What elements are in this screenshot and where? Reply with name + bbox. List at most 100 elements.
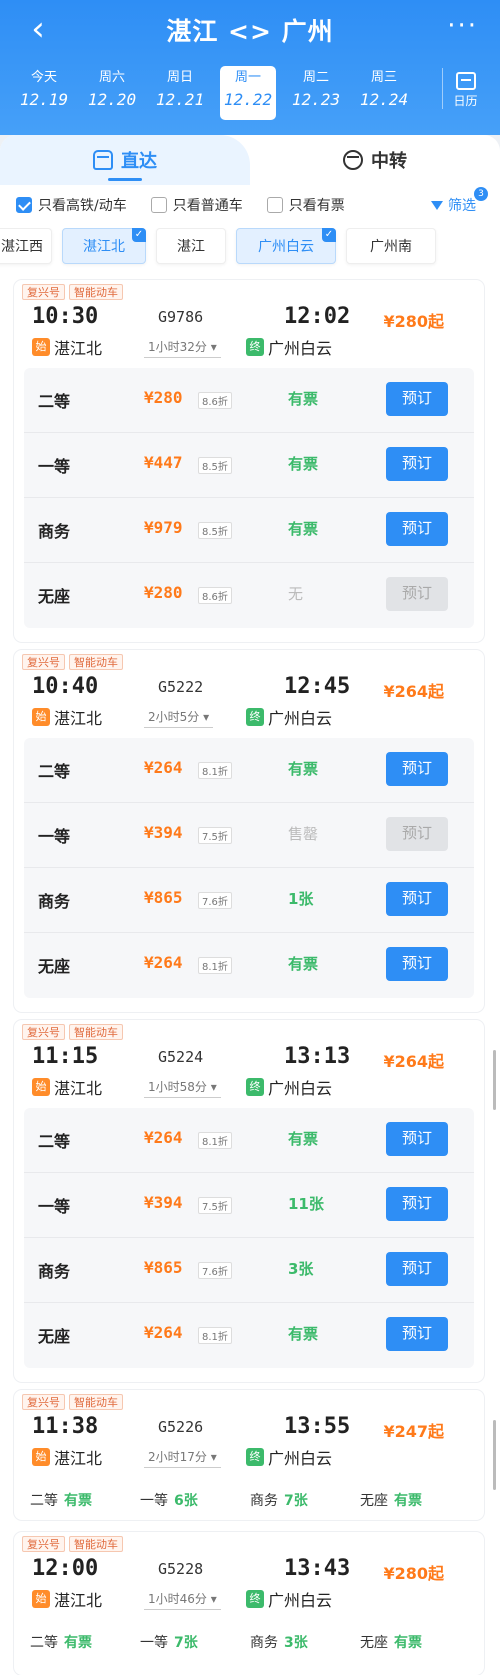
end-badge: 终 [246, 1590, 264, 1608]
end-badge: 终 [246, 708, 264, 726]
seat-summary: 二等 有票 一等 7张 商务 3张 无座 有票 [30, 1632, 470, 1652]
book-button-disabled[interactable]: 预订 [386, 577, 448, 611]
seat-summary: 二等 有票 一等 6张 商务 7张 无座 有票 [30, 1490, 470, 1510]
checkbox-checked[interactable] [16, 197, 32, 213]
tab-direct[interactable]: 直达 [0, 135, 250, 185]
date-item[interactable]: 今天 12.19 [10, 66, 78, 120]
page-title: 湛江 <> 广州 [166, 17, 334, 46]
seat-summary-item: 无座 有票 [360, 1635, 422, 1651]
arrive-time: 12:02 [284, 304, 351, 329]
end-badge: 终 [246, 1448, 264, 1466]
train-number: G5226 [158, 1418, 204, 1436]
duration[interactable]: 2小时17分 ▾ [144, 1448, 221, 1468]
checkbox[interactable] [150, 197, 167, 213]
depart-time: 11:15 [32, 1044, 99, 1069]
filter-available[interactable]: 只看有票 [266, 195, 345, 215]
book-button[interactable]: 预订 [386, 1317, 448, 1351]
book-button[interactable]: 预订 [386, 1252, 448, 1286]
route-tabs: 直达 中转 [0, 135, 500, 185]
train-icon [93, 150, 113, 170]
seat-summary-item: 商务 3张 [250, 1635, 308, 1651]
arrive-time: 13:55 [284, 1414, 351, 1439]
start-badge: 始 [32, 1448, 50, 1466]
station-chip[interactable]: 湛江 [156, 228, 226, 264]
train-card[interactable]: 复兴号 智能动车 12:00 G5228 13:43 ¥280起 始湛江北 1小… [14, 1532, 484, 1675]
date-item[interactable]: 周六 12.20 [78, 66, 146, 120]
train-number: G9786 [158, 308, 204, 326]
arrive-time: 13:43 [284, 1556, 351, 1581]
start-badge: 始 [32, 1078, 50, 1096]
seat-summary-item: 一等 6张 [140, 1493, 198, 1509]
tab-transfer[interactable]: 中转 [250, 135, 500, 185]
train-number: G5224 [158, 1048, 204, 1066]
start-badge: 始 [32, 1590, 50, 1608]
seat-list: 二等 ¥264 8.1折 有票 预订 一等 ¥394 7.5折 11张 预订 商务 ¥865 7.6… [24, 1108, 474, 1368]
min-price: ¥264起 [383, 1052, 444, 1071]
seat-summary-item: 无座 有票 [360, 1493, 422, 1509]
seat-summary-item: 二等 有票 [30, 1635, 92, 1651]
depart-time: 11:38 [32, 1414, 99, 1439]
book-button[interactable]: 预订 [386, 447, 448, 481]
book-button[interactable]: 预订 [386, 1122, 448, 1156]
date-item[interactable]: 周日 12.21 [146, 66, 214, 120]
tag-smart: 智能动车 [69, 1394, 123, 1410]
book-button[interactable]: 预订 [386, 1187, 448, 1221]
duration[interactable]: 1小时32分 ▾ [144, 338, 221, 358]
book-button[interactable]: 预订 [386, 947, 448, 981]
scrollbar[interactable] [493, 1420, 496, 1490]
more-icon[interactable]: ··· [447, 13, 478, 39]
station-chip-selected[interactable]: 广州白云 [236, 228, 336, 264]
duration[interactable]: 1小时46分 ▾ [144, 1590, 221, 1610]
book-button[interactable]: 预订 [386, 752, 448, 786]
tag-fuxing: 复兴号 [22, 1024, 65, 1040]
to-station: 终广州白云 [246, 1445, 332, 1469]
station-chip-selected[interactable]: 湛江北 [62, 228, 146, 264]
duration[interactable]: 2小时5分 ▾ [144, 708, 214, 728]
screen-button[interactable]: 筛选 3 [431, 187, 488, 215]
checkbox[interactable] [266, 197, 283, 213]
seat-row: 一等 ¥394 7.5折 11张 预订 [24, 1173, 474, 1238]
seat-row: 无座 ¥280 8.6折无预订 [24, 563, 474, 628]
train-card[interactable]: 复兴号 智能动车 10:30 G9786 12:02 ¥280起 始湛江北 1小… [14, 280, 484, 642]
train-tags: 复兴号 智能动车 [22, 654, 127, 670]
min-price: ¥280起 [383, 312, 444, 331]
seat-row: 二等 ¥264 8.1折 有票 预订 [24, 1108, 474, 1173]
min-price: ¥247起 [383, 1422, 444, 1441]
filter-normal[interactable]: 只看普通车 [150, 195, 243, 215]
funnel-icon [431, 200, 443, 210]
from-station: 始湛江北 [32, 705, 102, 729]
transfer-train-icon [343, 150, 363, 170]
from-station: 始湛江北 [32, 1587, 102, 1611]
book-button[interactable]: 预订 [386, 512, 448, 546]
duration[interactable]: 1小时58分 ▾ [144, 1078, 221, 1098]
book-button[interactable]: 预订 [386, 382, 448, 416]
train-tags: 复兴号 智能动车 [22, 1394, 127, 1410]
to-station: 终广州白云 [246, 1587, 332, 1611]
from-station: 始湛江北 [32, 1075, 102, 1099]
date-item-selected[interactable]: 周一 12.22 [220, 66, 276, 120]
station-chip[interactable]: 湛江西 [0, 228, 52, 264]
filter-high-speed[interactable]: 只看高铁/动车 [16, 195, 127, 215]
tag-smart: 智能动车 [69, 1024, 123, 1040]
station-chip[interactable]: 广州南 [346, 228, 436, 264]
calendar-button[interactable]: 日历 [442, 68, 488, 109]
date-item[interactable]: 周二 12.23 [282, 66, 350, 120]
tag-smart: 智能动车 [69, 1536, 123, 1552]
date-item[interactable]: 周三 12.24 [350, 66, 418, 120]
scrollbar[interactable] [493, 1050, 496, 1110]
depart-time: 10:40 [32, 674, 99, 699]
min-price: ¥280起 [383, 1564, 444, 1583]
train-card[interactable]: 复兴号 智能动车 11:15 G5224 13:13 ¥264起 始湛江北 1小… [14, 1020, 484, 1382]
tag-fuxing: 复兴号 [22, 284, 65, 300]
date-selector: 今天 12.19 周六 12.20 周日 12.21 周一 12.22 周二 12.23 … [10, 66, 418, 120]
book-button-disabled[interactable]: 预订 [386, 817, 448, 851]
train-number: G5228 [158, 1560, 204, 1578]
seat-row: 二等 ¥264 8.1折 有票 预订 [24, 738, 474, 803]
start-badge: 始 [32, 708, 50, 726]
to-station: 终广州白云 [246, 335, 332, 359]
tag-fuxing: 复兴号 [22, 654, 65, 670]
train-card[interactable]: 复兴号 智能动车 10:40 G5222 12:45 ¥264起 始湛江北 2小… [14, 650, 484, 1012]
train-card[interactable]: 复兴号 智能动车 11:38 G5226 13:55 ¥247起 始湛江北 2小… [14, 1390, 484, 1520]
book-button[interactable]: 预订 [386, 882, 448, 916]
tag-fuxing: 复兴号 [22, 1394, 65, 1410]
